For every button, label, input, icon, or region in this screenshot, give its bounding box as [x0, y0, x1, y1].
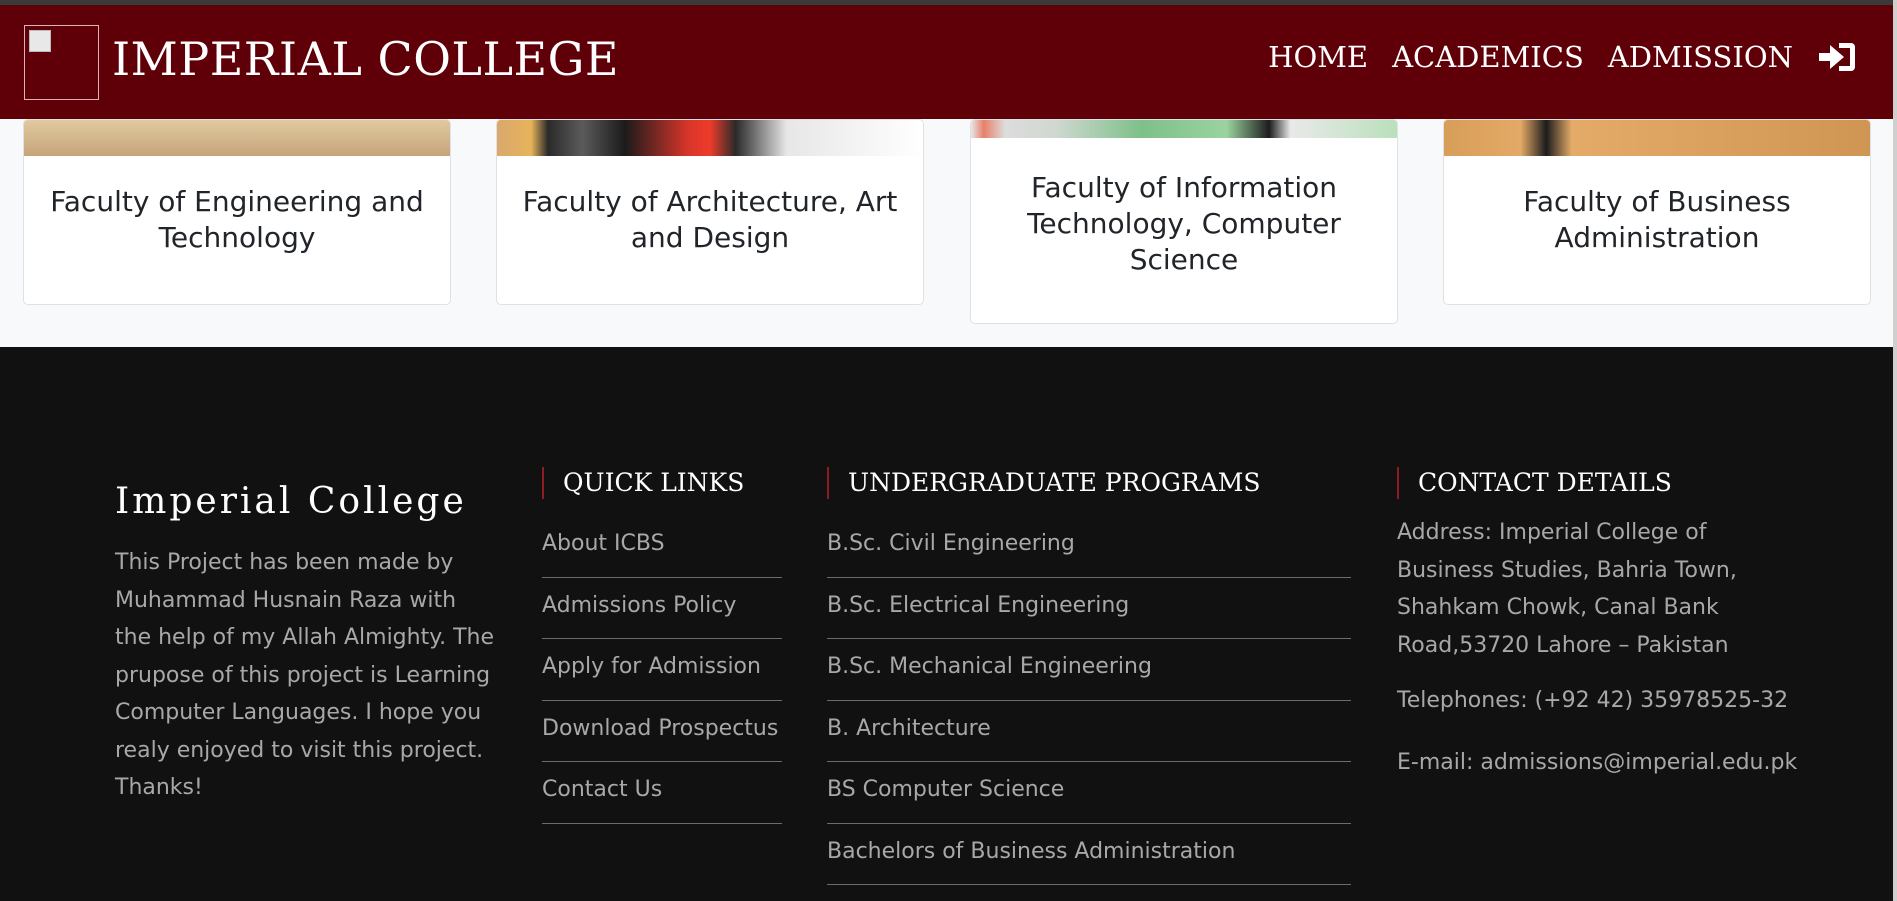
list-item: Download Prospectus [542, 701, 782, 762]
program-link-architecture[interactable]: B. Architecture [827, 701, 1351, 745]
faculty-card-image [24, 120, 450, 156]
sign-in-icon[interactable] [1817, 37, 1857, 77]
programs-heading: UNDERGRADUATE PROGRAMS [827, 467, 1261, 499]
quick-links-list: About ICBS Admissions Policy Apply for A… [542, 516, 782, 824]
program-link-computer-science[interactable]: BS Computer Science [827, 762, 1351, 806]
contact-phone: Telephones: (+92 42) 35978525-32 [1397, 688, 1789, 713]
navbar: IMPERIAL COLLEGE HOME ACADEMICS ADMISSIO… [0, 5, 1893, 119]
program-link-electrical[interactable]: B.Sc. Electrical Engineering [827, 578, 1351, 622]
faculty-card-title: Faculty of Architecture, Art and Design [522, 185, 898, 254]
list-item: BS Computer Science [827, 762, 1351, 824]
faculty-card-business[interactable]: Faculty of Business Administration [1443, 119, 1871, 305]
program-link-business[interactable]: Bachelors of Business Administration [827, 824, 1351, 868]
faculty-card-image [497, 120, 923, 156]
footer: Imperial College This Project has been m… [0, 347, 1893, 901]
faculty-card-image [1444, 120, 1870, 156]
faculty-card-image [971, 120, 1397, 138]
faculty-card-title: Faculty of Engineering and Technology [50, 185, 424, 254]
nav-links: HOME ACADEMICS ADMISSION [1244, 37, 1857, 77]
contact-address: Address: Imperial College of Business St… [1397, 520, 1737, 658]
quick-link-prospectus[interactable]: Download Prospectus [542, 701, 782, 745]
contact-email[interactable]: E-mail: admissions@imperial.edu.pk [1397, 747, 1797, 779]
program-link-mechanical[interactable]: B.Sc. Mechanical Engineering [827, 639, 1351, 683]
faculty-card-title: Faculty of Business Administration [1523, 185, 1791, 254]
faculty-card-engineering[interactable]: Faculty of Engineering and Technology [23, 119, 451, 305]
list-item: Bachelors of Business Administration [827, 824, 1351, 885]
program-link-civil[interactable]: B.Sc. Civil Engineering [827, 516, 1351, 560]
nav-home-link[interactable]: HOME [1268, 37, 1368, 77]
logo-image[interactable] [24, 25, 99, 100]
faculty-card-architecture[interactable]: Faculty of Architecture, Art and Design [496, 119, 924, 305]
quick-link-about[interactable]: About ICBS [542, 516, 782, 560]
footer-about-text: This Project has been made by Muhammad H… [115, 550, 495, 800]
list-item: B. Architecture [827, 701, 1351, 762]
quick-link-contact[interactable]: Contact Us [542, 762, 782, 806]
quick-link-admissions-policy[interactable]: Admissions Policy [542, 578, 782, 622]
faculty-card-title: Faculty of Information Technology, Compu… [1027, 171, 1341, 276]
nav-admission-link[interactable]: ADMISSION [1608, 37, 1793, 77]
list-item: Apply for Admission [542, 639, 782, 701]
footer-about-title: Imperial College [115, 481, 467, 522]
quick-link-apply[interactable]: Apply for Admission [542, 639, 782, 683]
programs-list: B.Sc. Civil Engineering B.Sc. Electrical… [827, 516, 1351, 885]
list-item: B.Sc. Civil Engineering [827, 516, 1351, 578]
list-item: B.Sc. Mechanical Engineering [827, 639, 1351, 701]
nav-academics-link[interactable]: ACADEMICS [1392, 37, 1584, 77]
list-item: Admissions Policy [542, 578, 782, 639]
contact-heading: CONTACT DETAILS [1397, 467, 1672, 499]
faculty-card-information-technology[interactable]: Faculty of Information Technology, Compu… [970, 119, 1398, 324]
quick-links-heading: QUICK LINKS [542, 467, 744, 499]
brand-title[interactable]: IMPERIAL COLLEGE [112, 29, 619, 89]
list-item: Contact Us [542, 762, 782, 824]
scrollbar-track[interactable] [1893, 0, 1897, 901]
list-item: B.Sc. Electrical Engineering [827, 578, 1351, 639]
list-item: About ICBS [542, 516, 782, 578]
